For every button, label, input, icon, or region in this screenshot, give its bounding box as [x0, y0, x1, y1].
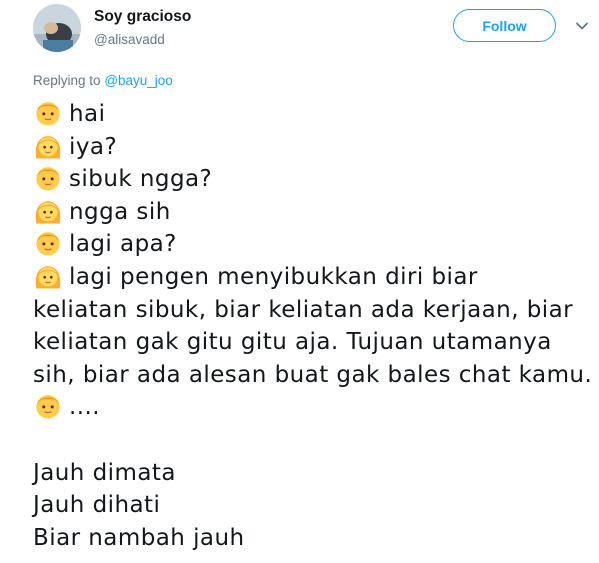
tweet-line-text: sih, biar ada alesan buat gak bales chat… — [33, 361, 593, 388]
tweet-line: iya? — [33, 131, 593, 164]
tweet-line: Jauh dimata — [33, 457, 593, 490]
girl-face-icon — [33, 261, 63, 291]
boy-face-icon — [33, 163, 63, 193]
tweet-line-text: Jauh dimata — [33, 459, 176, 486]
tweet-line-text: hai — [69, 101, 106, 127]
tweet-text: hai iya? sibuk ngga? ngga sih lagi apa? lagi … — [33, 98, 593, 554]
author-display-name[interactable]: Soy gracioso — [94, 8, 191, 26]
chevron-down-icon[interactable] — [574, 18, 590, 34]
reply-prefix: Replying to — [33, 73, 101, 88]
tweet-line-text: Jauh dihati — [33, 492, 161, 519]
tweet-line: sih, biar ada alesan buat gak bales chat… — [33, 359, 593, 392]
reply-context: Replying to @bayu_joo — [33, 73, 173, 88]
tweet-line: ngga sih — [33, 196, 593, 229]
follow-button[interactable]: Follow — [453, 9, 556, 42]
tweet-line: .... — [33, 391, 593, 424]
girl-face-icon — [33, 196, 63, 226]
reply-target-link[interactable]: @bayu_joo — [104, 73, 173, 88]
tweet-line: Biar nambah jauh — [33, 522, 593, 555]
tweet-line — [33, 424, 593, 457]
tweet-line-text: lagi pengen menyibukkan diri biar — [69, 263, 478, 290]
tweet-line: Jauh dihati — [33, 489, 593, 522]
tweet-line-text: Biar nambah jauh — [33, 524, 245, 551]
user-avatar-image — [33, 4, 81, 52]
tweet-line-text: sibuk ngga? — [69, 166, 213, 193]
tweet-line-text: ngga sih — [69, 198, 171, 225]
tweet-line: keliatan sibuk, biar keliatan ada kerjaa… — [33, 294, 593, 327]
tweet-line-text: keliatan gak gitu gitu aja. Tujuan utama… — [33, 329, 552, 356]
tweet-line: lagi apa? — [33, 228, 593, 261]
tweet-line-text: lagi apa? — [69, 231, 177, 258]
boy-face-icon — [33, 98, 63, 128]
boy-face-icon — [33, 391, 63, 421]
tweet-line-text: keliatan sibuk, biar keliatan ada kerjaa… — [33, 296, 574, 323]
tweet-line-text: iya? — [69, 133, 118, 160]
girl-face-icon — [33, 131, 63, 161]
tweet-line: lagi pengen menyibukkan diri biar — [33, 261, 593, 294]
boy-face-icon — [33, 228, 63, 258]
tweet-line: keliatan gak gitu gitu aja. Tujuan utama… — [33, 326, 593, 359]
author-handle[interactable]: @alisavadd — [94, 32, 165, 47]
tweet-line-text: .... — [69, 394, 101, 421]
tweet-line: sibuk ngga? — [33, 163, 593, 196]
author-avatar[interactable] — [33, 4, 81, 52]
tweet-line: hai — [33, 98, 593, 131]
